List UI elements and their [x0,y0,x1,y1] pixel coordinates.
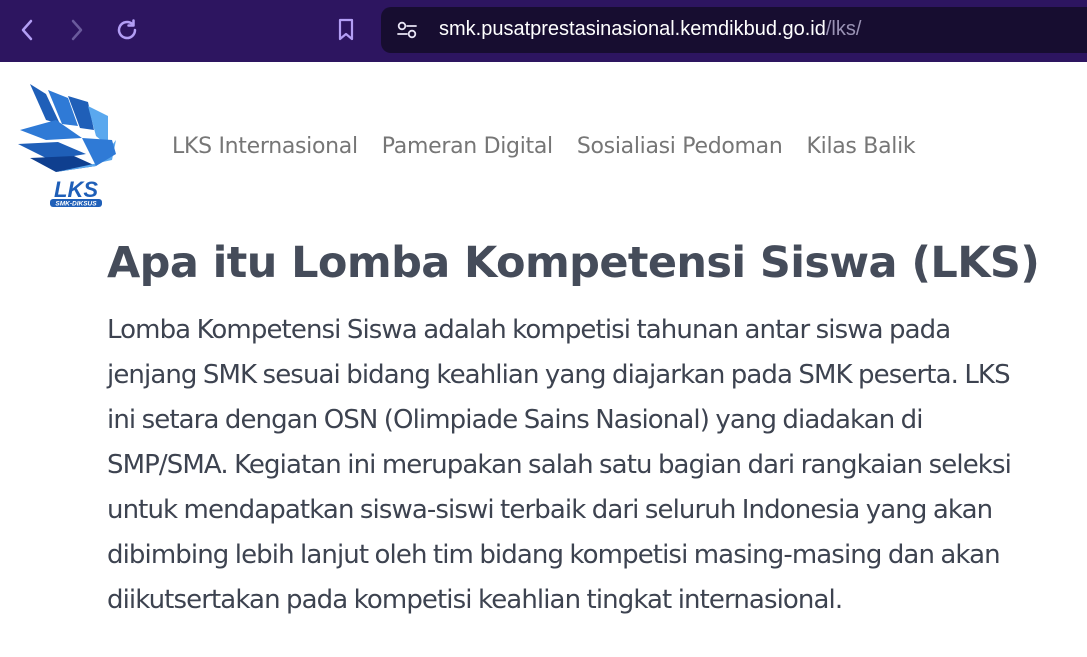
main-nav: LKS Internasional Pameran Digital Sosial… [172,134,916,159]
back-button[interactable] [12,13,42,47]
reload-icon [117,19,137,40]
intro-paragraph: Lomba Kompetensi Siswa adalah kompetisi … [107,308,1057,623]
site-settings-icon[interactable] [396,20,418,45]
bookmark-button[interactable] [331,13,361,47]
logo-subtext: SMK-DIKSUS [55,201,97,208]
url-text: smk.pusatprestasinasional.kemdikbud.go.i… [439,18,861,41]
forward-button[interactable] [62,13,92,47]
logo-text: LKS [54,177,98,202]
forward-icon [71,19,83,41]
paragraph-line: diikutsertakan pada kompetisi keahlian t… [107,585,843,615]
paragraph-line: untuk mendapatkan siswa-siswi terbaik da… [107,495,993,525]
page-title: Apa itu Lomba Kompetensi Siswa (LKS) [107,238,1040,288]
bookmark-icon [338,18,354,41]
reload-button[interactable] [112,13,142,47]
paragraph-line: SMP/SMA. Kegiatan ini merupakan salah sa… [107,450,1012,480]
address-bar[interactable]: smk.pusatprestasinasional.kemdikbud.go.i… [381,7,1087,53]
nav-item-kilas-balik[interactable]: Kilas Balik [807,134,916,159]
lks-logo-icon: LKS SMK-DIKSUS [18,84,116,208]
browser-toolbar: smk.pusatprestasinasional.kemdikbud.go.i… [0,0,1087,62]
paragraph-line: jenjang SMK sesuai bidang keahlian yang … [107,360,1011,390]
page-content: LKS SMK-DIKSUS LKS Internasional Pameran… [0,62,1087,657]
nav-item-sosialiasi-pedoman[interactable]: Sosialiasi Pedoman [577,134,783,159]
url-path: /lks/ [825,18,862,40]
paragraph-line: dibimbing lebih lanjut oleh tim bidang k… [107,540,1001,570]
paragraph-line: ini setara dengan OSN (Olimpiade Sains N… [107,405,924,435]
nav-item-pameran-digital[interactable]: Pameran Digital [382,134,553,159]
url-host: smk.pusatprestasinasional.kemdikbud.go.i… [439,18,826,40]
nav-item-lks-internasional[interactable]: LKS Internasional [172,134,358,159]
back-icon [21,19,33,41]
lks-logo[interactable]: LKS SMK-DIKSUS [16,80,120,208]
paragraph-line: Lomba Kompetensi Siswa adalah kompetisi … [107,315,951,345]
